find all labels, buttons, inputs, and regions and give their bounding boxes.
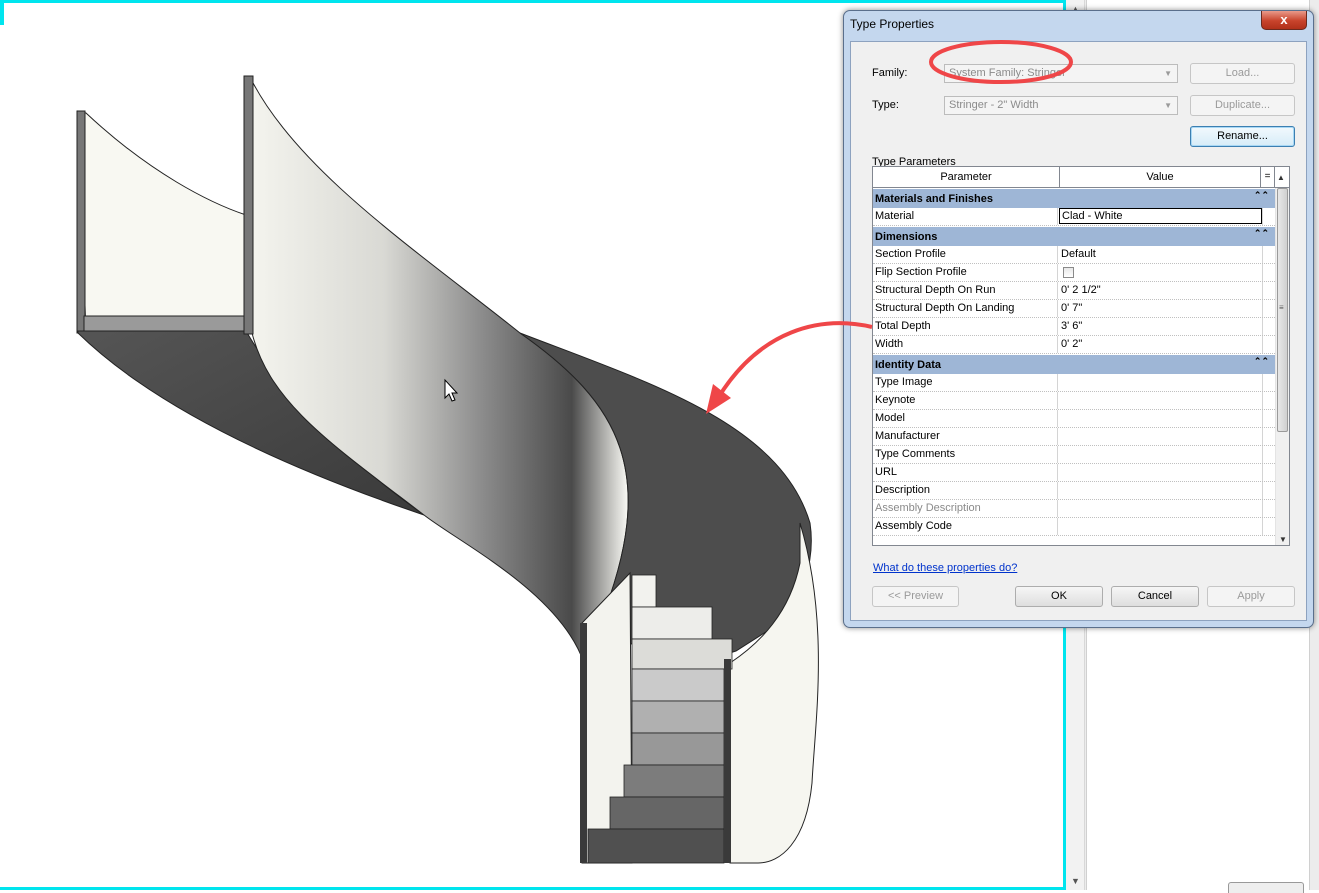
param-name: Type Comments <box>875 446 1058 463</box>
group-label: Identity Data <box>875 359 942 371</box>
material-value-field[interactable]: Clad - White <box>1059 208 1262 224</box>
param-value[interactable] <box>1059 374 1261 391</box>
param-row-depth-on-landing[interactable]: Structural Depth On Landing 0' 7" <box>873 300 1275 318</box>
cancel-button[interactable]: Cancel <box>1111 586 1199 607</box>
param-row-width[interactable]: Width 0' 2" <box>873 336 1275 354</box>
param-name: URL <box>875 464 1058 481</box>
param-value[interactable] <box>1059 464 1261 481</box>
grid-body: Materials and Finishes ⌃⌃ Material Clad … <box>873 188 1275 536</box>
param-name: Assembly Description <box>875 500 1058 517</box>
param-name: Keynote <box>875 392 1058 409</box>
family-select-value: System Family: Stringer <box>949 67 1066 79</box>
group-identity-data[interactable]: Identity Data ⌃⌃ <box>873 354 1275 374</box>
param-value[interactable]: 0' 7" <box>1059 300 1261 317</box>
param-name: Flip Section Profile <box>875 264 1058 281</box>
flip-section-profile-checkbox[interactable] <box>1063 267 1074 278</box>
param-value[interactable] <box>1059 518 1261 535</box>
scroll-down-icon[interactable]: ▼ <box>1071 876 1080 886</box>
chevron-down-icon: ▼ <box>1164 101 1172 110</box>
param-row-assembly-code[interactable]: Assembly Code <box>873 518 1275 536</box>
column-header-value[interactable]: Value <box>1060 167 1261 187</box>
dialog-client-area: Family: System Family: Stringer ▼ Load..… <box>850 41 1307 621</box>
param-value[interactable]: 3' 6" <box>1059 318 1261 335</box>
param-row-section-profile[interactable]: Section Profile Default <box>873 246 1275 264</box>
param-row-model[interactable]: Model <box>873 410 1275 428</box>
param-value[interactable]: 0' 2" <box>1059 336 1261 353</box>
param-name: Structural Depth On Landing <box>875 300 1058 317</box>
param-row-depth-on-run[interactable]: Structural Depth On Run 0' 2 1/2" <box>873 282 1275 300</box>
grid-header: Parameter Value = ▲ <box>873 167 1289 188</box>
param-name: Description <box>875 482 1058 499</box>
param-value[interactable]: Default <box>1059 246 1261 263</box>
param-row-description[interactable]: Description <box>873 482 1275 500</box>
type-properties-dialog: Type Properties x Family: System Family:… <box>843 10 1314 628</box>
param-name: Manufacturer <box>875 428 1058 445</box>
group-materials[interactable]: Materials and Finishes ⌃⌃ <box>873 188 1275 208</box>
param-value[interactable] <box>1059 392 1261 409</box>
load-button[interactable]: Load... <box>1190 63 1295 84</box>
type-select-value: Stringer - 2" Width <box>949 99 1039 111</box>
param-row-type-comments[interactable]: Type Comments <box>873 446 1275 464</box>
param-row-type-image[interactable]: Type Image <box>873 374 1275 392</box>
close-button[interactable]: x <box>1261 11 1307 30</box>
duplicate-button[interactable]: Duplicate... <box>1190 95 1295 116</box>
param-name: Model <box>875 410 1058 427</box>
ok-button[interactable]: OK <box>1015 586 1103 607</box>
param-name: Total Depth <box>875 318 1058 335</box>
param-name: Material <box>875 208 1058 225</box>
param-value <box>1059 500 1261 517</box>
param-value[interactable] <box>1059 482 1261 499</box>
column-header-parameter[interactable]: Parameter <box>873 167 1060 187</box>
param-row-keynote[interactable]: Keynote <box>873 392 1275 410</box>
rename-button[interactable]: Rename... <box>1190 126 1295 147</box>
side-panel-button[interactable] <box>1228 882 1304 893</box>
type-select[interactable]: Stringer - 2" Width ▼ <box>944 96 1178 115</box>
param-row-url[interactable]: URL <box>873 464 1275 482</box>
group-dimensions[interactable]: Dimensions ⌃⌃ <box>873 226 1275 246</box>
type-label: Type: <box>872 99 899 111</box>
param-value-cell <box>1059 264 1261 281</box>
column-header-formula[interactable]: = <box>1261 167 1275 187</box>
grid-scroll-up-icon[interactable]: ▲ <box>1277 173 1285 182</box>
param-name: Structural Depth On Run <box>875 282 1058 299</box>
param-name: Section Profile <box>875 246 1058 263</box>
family-label: Family: <box>872 67 908 79</box>
param-row-flip-section-profile[interactable]: Flip Section Profile <box>873 264 1275 282</box>
chevron-down-icon: ▼ <box>1164 69 1172 78</box>
param-value[interactable]: 0' 2 1/2" <box>1059 282 1261 299</box>
param-row-assembly-description[interactable]: Assembly Description <box>873 500 1275 518</box>
collapse-icon[interactable]: ⌃⌃ <box>1254 228 1269 239</box>
type-parameters-grid: Parameter Value = ▲ Materials and Finish… <box>872 166 1290 546</box>
param-value[interactable] <box>1059 446 1261 463</box>
collapse-icon[interactable]: ⌃⌃ <box>1254 356 1269 367</box>
help-link[interactable]: What do these properties do? <box>873 562 1017 574</box>
apply-button[interactable]: Apply <box>1207 586 1295 607</box>
group-label: Dimensions <box>875 231 938 243</box>
param-row-manufacturer[interactable]: Manufacturer <box>873 428 1275 446</box>
param-row-total-depth[interactable]: Total Depth 3' 6" <box>873 318 1275 336</box>
param-value[interactable] <box>1059 410 1261 427</box>
param-name: Width <box>875 336 1058 353</box>
group-label: Materials and Finishes <box>875 193 993 205</box>
param-row-material[interactable]: Material Clad - White <box>873 208 1275 226</box>
param-name: Assembly Code <box>875 518 1058 535</box>
param-value[interactable] <box>1059 428 1261 445</box>
grid-scrollbar[interactable]: ≡ ▼ <box>1275 188 1289 545</box>
grid-scroll-down-icon[interactable]: ▼ <box>1279 535 1287 544</box>
scroll-grip-icon: ≡ <box>1279 303 1284 312</box>
family-select[interactable]: System Family: Stringer ▼ <box>944 64 1178 83</box>
collapse-icon[interactable]: ⌃⌃ <box>1254 190 1269 201</box>
param-name: Type Image <box>875 374 1058 391</box>
dialog-title: Type Properties <box>850 17 935 31</box>
preview-button[interactable]: << Preview <box>872 586 959 607</box>
